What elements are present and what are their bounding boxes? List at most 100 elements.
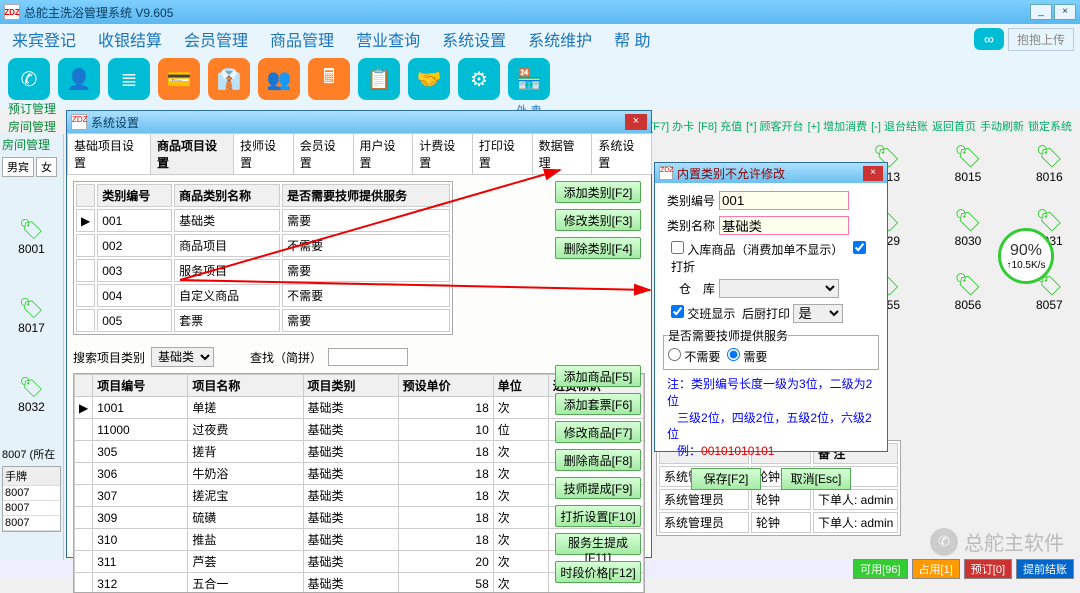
- waiter-commission-button[interactable]: 服务生提成[F11]: [555, 533, 641, 555]
- chk-shift[interactable]: 交班显示: [671, 307, 735, 321]
- table-cell[interactable]: 次: [493, 441, 548, 463]
- chk-stock[interactable]: 入库商品（消费加单不显示）: [671, 243, 843, 257]
- table-cell[interactable]: [75, 507, 93, 529]
- table-cell[interactable]: 10: [398, 419, 493, 441]
- table-cell[interactable]: 基础类: [303, 485, 398, 507]
- table-cell[interactable]: 18: [398, 507, 493, 529]
- table-cell[interactable]: 次: [493, 397, 548, 419]
- delete-product-button[interactable]: 删除商品[F8]: [555, 449, 641, 471]
- table-cell[interactable]: 五合一: [188, 573, 303, 593]
- table-cell[interactable]: 004: [97, 284, 172, 307]
- table-cell[interactable]: 需要: [282, 209, 450, 232]
- hand-row[interactable]: 8007: [3, 486, 60, 501]
- table-cell[interactable]: 套票: [174, 309, 280, 332]
- fkey-home[interactable]: 返回首页: [932, 118, 976, 134]
- room-cell[interactable]: 8015: [955, 170, 982, 184]
- edit-category-button[interactable]: 修改类别[F3]: [555, 209, 641, 231]
- table-cell[interactable]: 307: [93, 485, 188, 507]
- find-input[interactable]: [328, 348, 408, 366]
- menu-product[interactable]: 商品管理: [264, 25, 340, 53]
- table-cell[interactable]: 位: [493, 419, 548, 441]
- search-type-select[interactable]: 基础类: [151, 347, 214, 367]
- discount-button[interactable]: 打折设置[F10]: [555, 505, 641, 527]
- table-cell[interactable]: 310: [93, 529, 188, 551]
- table-cell[interactable]: [75, 573, 93, 593]
- table-cell[interactable]: 牛奶浴: [188, 463, 303, 485]
- table-cell[interactable]: [75, 551, 93, 573]
- table-cell[interactable]: [75, 485, 93, 507]
- tab-female[interactable]: 女: [36, 157, 57, 177]
- table-cell[interactable]: [75, 463, 93, 485]
- cloud-icon[interactable]: ∞: [974, 28, 1004, 50]
- tool-list-icon[interactable]: ≣: [108, 58, 150, 100]
- hand-row[interactable]: 8007: [3, 501, 60, 516]
- table-cell[interactable]: 次: [493, 463, 548, 485]
- tab-sys[interactable]: 系统设置: [591, 133, 652, 174]
- menu-guest[interactable]: 来宾登记: [6, 25, 82, 53]
- table-cell[interactable]: 306: [93, 463, 188, 485]
- add-ticket-button[interactable]: 添加套票[F6]: [555, 393, 641, 415]
- table-cell[interactable]: 过夜费: [188, 419, 303, 441]
- table-cell[interactable]: [76, 259, 95, 282]
- tab-tech[interactable]: 技师设置: [233, 133, 294, 174]
- table-cell[interactable]: 服务项目: [174, 259, 280, 282]
- table-cell[interactable]: 11000: [93, 419, 188, 441]
- table-cell[interactable]: 硫磺: [188, 507, 303, 529]
- dlg-cancel-button[interactable]: 取消[Esc]: [781, 468, 851, 490]
- upload-button[interactable]: 抱抱上传: [1008, 28, 1074, 51]
- table-cell[interactable]: 58: [398, 573, 493, 593]
- table-cell[interactable]: 18: [398, 397, 493, 419]
- table-cell[interactable]: 搓泥宝: [188, 485, 303, 507]
- menu-member[interactable]: 会员管理: [178, 25, 254, 53]
- time-price-button[interactable]: 时段价格[F12]: [555, 561, 641, 583]
- tab-male[interactable]: 男宾: [2, 157, 34, 177]
- tool-shop-icon[interactable]: 🏪: [508, 58, 550, 100]
- dlg-code-input[interactable]: [719, 191, 849, 210]
- table-cell[interactable]: 需要: [282, 259, 450, 282]
- table-cell[interactable]: 基础类: [303, 573, 398, 593]
- tool-phone-icon[interactable]: ✆: [8, 58, 50, 100]
- table-cell[interactable]: [76, 309, 95, 332]
- table-cell[interactable]: [76, 234, 95, 257]
- table-cell[interactable]: 自定义商品: [174, 284, 280, 307]
- menu-cashier[interactable]: 收银结算: [92, 25, 168, 53]
- minimize-button[interactable]: _: [1030, 4, 1052, 20]
- table-cell[interactable]: 次: [493, 573, 548, 593]
- table-cell[interactable]: 搓背: [188, 441, 303, 463]
- table-cell[interactable]: 不需要: [282, 234, 450, 257]
- table-cell[interactable]: 基础类: [303, 397, 398, 419]
- table-cell[interactable]: 基础类: [303, 507, 398, 529]
- table-cell[interactable]: 基础类: [303, 441, 398, 463]
- table-cell[interactable]: 次: [493, 485, 548, 507]
- chip-available[interactable]: 可用[96]: [853, 559, 907, 579]
- table-cell[interactable]: [76, 284, 95, 307]
- tech-commission-button[interactable]: 技师提成[F9]: [555, 477, 641, 499]
- dlg-name-input[interactable]: [719, 216, 849, 235]
- category-table[interactable]: 类别编号 商品类别名称 是否需要技师提供服务 ▶001基础类需要002商品项目不…: [73, 181, 453, 335]
- tab-user[interactable]: 用户设置: [353, 133, 414, 174]
- room-cell[interactable]: 8056: [955, 298, 982, 312]
- menu-report[interactable]: 营业查询: [350, 25, 426, 53]
- tool-group-icon[interactable]: 👥: [258, 58, 300, 100]
- table-cell[interactable]: 18: [398, 529, 493, 551]
- table-cell[interactable]: 312: [93, 573, 188, 593]
- table-cell[interactable]: [75, 529, 93, 551]
- table-cell[interactable]: 基础类: [174, 209, 280, 232]
- link-reserve[interactable]: 预订管理: [8, 102, 56, 116]
- menu-maint[interactable]: 系统维护: [522, 25, 598, 53]
- table-cell[interactable]: 311: [93, 551, 188, 573]
- tool-clipboard-icon[interactable]: 📋: [358, 58, 400, 100]
- table-cell[interactable]: 基础类: [303, 463, 398, 485]
- table-cell[interactable]: 305: [93, 441, 188, 463]
- radio-noneed[interactable]: 不需要: [668, 350, 720, 364]
- hand-row[interactable]: 8007: [3, 516, 60, 531]
- table-cell[interactable]: 次: [493, 507, 548, 529]
- table-cell[interactable]: 18: [398, 441, 493, 463]
- tab-print[interactable]: 打印设置: [472, 133, 533, 174]
- table-cell[interactable]: 推盐: [188, 529, 303, 551]
- table-cell[interactable]: 芦荟: [188, 551, 303, 573]
- add-category-button[interactable]: 添加类别[F2]: [555, 181, 641, 203]
- fkey-checkout[interactable]: [-] 退台结账: [871, 118, 928, 134]
- table-cell[interactable]: 309: [93, 507, 188, 529]
- room-cell[interactable]: 8016: [1036, 170, 1063, 184]
